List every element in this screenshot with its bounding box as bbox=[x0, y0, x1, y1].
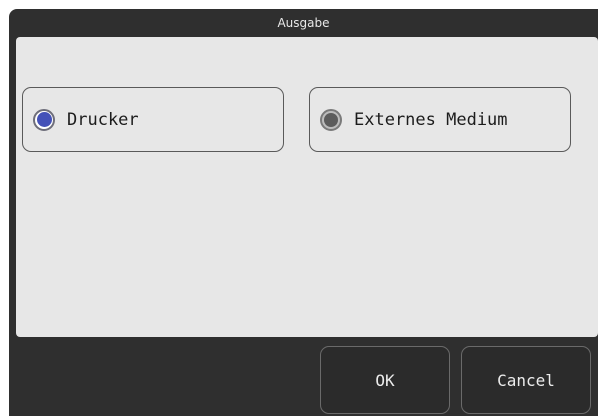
dialog-title: Ausgabe bbox=[277, 16, 330, 30]
options-panel: Drucker Externes Medium bbox=[16, 37, 598, 337]
option-external-medium[interactable]: Externes Medium bbox=[309, 87, 571, 152]
output-dialog: Ausgabe Drucker Externes Medium OK Cance… bbox=[9, 9, 598, 416]
radio-selected-icon[interactable] bbox=[33, 108, 55, 131]
option-external-medium-label: Externes Medium bbox=[354, 109, 508, 130]
radio-dot bbox=[36, 112, 52, 127]
option-printer-label: Drucker bbox=[67, 109, 139, 130]
ok-button[interactable]: OK bbox=[320, 346, 450, 414]
option-printer[interactable]: Drucker bbox=[22, 87, 284, 152]
radio-dot bbox=[324, 112, 338, 127]
cancel-button[interactable]: Cancel bbox=[461, 346, 591, 414]
radio-unselected-icon[interactable] bbox=[320, 108, 342, 131]
title-bar: Ausgabe bbox=[9, 9, 598, 37]
